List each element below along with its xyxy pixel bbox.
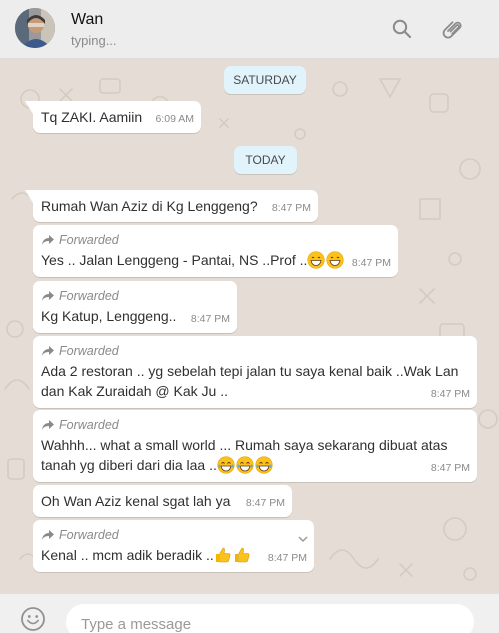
forwarded-label: Forwarded [59,527,119,542]
message-bubble[interactable]: Tq ZAKI. Aamiin 6:09 AM [25,101,201,133]
forward-arrow-icon [42,234,54,245]
message-time: 6:09 AM [155,113,194,125]
search-icon[interactable] [390,17,414,41]
message-bubble[interactable]: Forwarded Wahhh... what a small world ..… [33,410,477,482]
message-time: 8:47 PM [190,313,230,325]
message-input[interactable] [66,604,474,633]
message-bubble[interactable]: Rumah Wan Aziz di Kg Lenggeng? 8:47 PM [25,190,318,222]
chevron-down-icon[interactable] [298,528,308,548]
forwarded-indicator: Forwarded [41,526,306,543]
message-time: 8:47 PM [430,388,470,400]
message-text: Kg Katup, Lenggeng.. [41,308,177,324]
date-divider-today: TODAY [234,146,297,174]
tears-of-joy-emoji [217,456,235,474]
message-text: Ada 2 restoran .. yg sebelah tepi jalan … [41,363,459,399]
message-text: Rumah Wan Aziz di Kg Lenggeng? [41,198,258,214]
message-time: 8:47 PM [267,552,307,564]
message-time: 8:47 PM [351,257,391,269]
forward-arrow-icon [42,419,54,430]
message-list[interactable]: SATURDAY TODAY Tq ZAKI. Aamiin 6:09 AM R… [0,59,499,593]
thumbs-up-emoji [233,546,251,564]
message-time: 8:47 PM [430,462,470,474]
message-bubble[interactable]: Forwarded Ada 2 restoran .. yg sebelah t… [33,336,477,408]
grin-emoji [307,251,326,269]
tears-of-joy-emoji [236,456,254,474]
message-text: Oh Wan Aziz kenal sgat lah ya [41,493,231,509]
forwarded-label: Forwarded [59,232,119,247]
forward-arrow-icon [42,529,54,540]
message-composer [0,593,499,633]
forwarded-indicator: Forwarded [41,287,229,304]
message-bubble[interactable]: Oh Wan Aziz kenal sgat lah ya 8:47 PM [33,485,292,517]
forwarded-label: Forwarded [59,417,119,432]
message-time: 8:47 PM [271,202,311,214]
typing-status: typing... [71,33,117,48]
message-bubble[interactable]: Forwarded Yes .. Jalan Lenggeng - Pantai… [33,225,398,277]
emoji-icon[interactable] [20,606,46,632]
paperclip-icon[interactable] [440,17,464,41]
grin-emoji [326,251,345,269]
avatar[interactable] [15,8,55,48]
message-bubble[interactable]: Forwarded Kenal .. mcm adik beradik .. 8… [33,520,314,572]
message-bubble[interactable]: Forwarded Kg Katup, Lenggeng.. 8:47 PM [33,281,237,333]
message-text: Tq ZAKI. Aamiin [41,109,143,125]
date-divider-saturday: SATURDAY [224,66,306,94]
contact-name[interactable]: Wan [71,11,103,29]
message-text: Kenal .. mcm adik beradik .. [41,547,214,563]
thumbs-up-emoji [214,546,232,564]
forwarded-label: Forwarded [59,343,119,358]
forward-arrow-icon [42,345,54,356]
forwarded-indicator: Forwarded [41,416,469,433]
message-text: Yes .. Jalan Lenggeng - Pantai, NS ..Pro… [41,252,308,268]
message-time: 8:47 PM [245,497,285,509]
chat-header: Wan typing... [0,0,499,59]
tears-of-joy-emoji [255,456,273,474]
forwarded-indicator: Forwarded [41,231,390,248]
forwarded-indicator: Forwarded [41,342,469,359]
forward-arrow-icon [42,290,54,301]
forwarded-label: Forwarded [59,288,119,303]
